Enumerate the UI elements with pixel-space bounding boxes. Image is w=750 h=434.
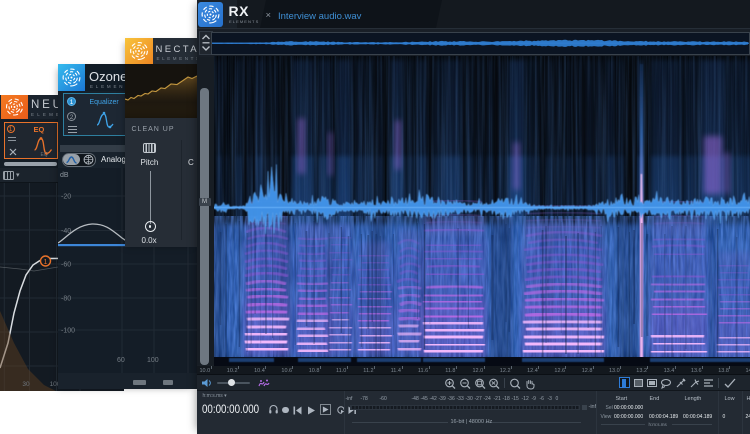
svg-text:-80: -80 [61,296,71,303]
svg-text:-100: -100 [61,328,75,335]
svg-text:-60: -60 [61,262,71,269]
svg-text:-20: -20 [61,194,71,201]
svg-text:dB: dB [60,172,69,179]
svg-text:30: 30 [22,381,30,388]
svg-text:-40: -40 [61,228,71,235]
svg-text:1: 1 [44,259,48,266]
